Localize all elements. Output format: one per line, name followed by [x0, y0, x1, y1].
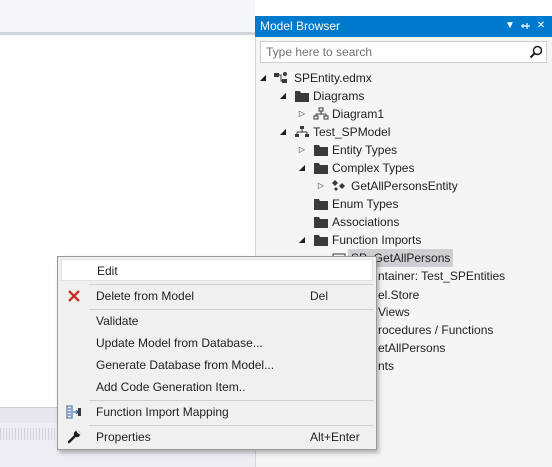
menu-item-properties[interactable]: Properties Alt+Enter — [61, 426, 373, 448]
model-icon — [294, 125, 310, 139]
search-input[interactable] — [261, 42, 526, 62]
menu-item-function-import-mapping[interactable]: Function Import Mapping — [61, 401, 373, 423]
menu-item-add-code-generation[interactable]: Add Code Generation Item.. — [61, 376, 373, 398]
menu-item-delete[interactable]: Delete from Model Del — [61, 285, 373, 307]
tree-label: el.Store — [378, 288, 420, 302]
tree-label: Entity Types — [332, 143, 398, 157]
tree-label: Diagram1 — [332, 107, 385, 121]
menu-item-update-model[interactable]: Update Model from Database... — [61, 332, 373, 354]
folder-icon — [313, 197, 329, 211]
function-import-mapping-icon — [66, 404, 82, 420]
expanded-arrow-icon[interactable]: ◢ — [258, 69, 268, 87]
dropdown-icon[interactable]: ▼ — [503, 18, 517, 34]
collapsed-arrow-icon[interactable]: ▷ — [316, 177, 326, 195]
tree-label: Views — [378, 305, 410, 319]
menu-item-label: Edit — [97, 264, 118, 278]
model-browser-title-bar: Model Browser ▼ ✕ — [255, 16, 552, 37]
menu-item-label: Validate — [96, 314, 139, 328]
diagram-icon — [313, 107, 329, 121]
collapsed-arrow-icon[interactable]: ▷ — [297, 141, 307, 159]
tree-label: Associations — [332, 215, 400, 229]
tree-label: rocedures / Functions — [378, 323, 494, 337]
tree-label: nts — [378, 359, 395, 373]
folder-icon — [313, 215, 329, 229]
folder-icon — [313, 233, 329, 247]
panel-title: Model Browser — [260, 19, 341, 33]
tree-label: etAllPersons — [378, 341, 446, 355]
tree-label: Enum Types — [332, 197, 399, 211]
tree-label: Complex Types — [332, 161, 415, 175]
expanded-arrow-icon[interactable]: ◢ — [278, 87, 288, 105]
folder-icon — [313, 143, 329, 157]
pin-icon[interactable] — [518, 18, 532, 34]
tree-label: GetAllPersonsEntity — [351, 179, 458, 193]
edmx-file-icon — [273, 71, 289, 85]
menu-item-generate-database[interactable]: Generate Database from Model... — [61, 354, 373, 376]
red-x-icon — [66, 288, 82, 304]
collapsed-arrow-icon[interactable]: ▷ — [297, 105, 307, 123]
menu-item-validate[interactable]: Validate — [61, 310, 373, 332]
menu-item-label: Properties — [96, 430, 151, 444]
tree-label: Diagrams — [313, 89, 365, 103]
menu-item-edit[interactable]: Edit — [61, 259, 373, 281]
folder-icon — [294, 89, 310, 103]
context-menu: Edit Delete from Model Del Validate Upda… — [57, 256, 377, 450]
menu-item-label: Add Code Generation Item.. — [96, 380, 246, 394]
editor-tab-area — [0, 0, 255, 33]
complex-type-icon — [331, 179, 347, 193]
tree-label: Function Imports — [332, 233, 422, 247]
search-box[interactable] — [260, 41, 547, 63]
menu-item-label: Delete from Model — [96, 289, 195, 303]
wrench-icon — [66, 429, 82, 445]
menu-item-shortcut: Del — [310, 289, 329, 303]
tree-label: SPEntity.edmx — [294, 71, 372, 85]
close-icon[interactable]: ✕ — [534, 18, 548, 34]
menu-item-label: Function Import Mapping — [96, 405, 229, 419]
expanded-arrow-icon[interactable]: ◢ — [297, 159, 307, 177]
tree-label: ntainer: Test_SPEntities — [378, 269, 506, 283]
expanded-arrow-icon[interactable]: ◢ — [278, 123, 288, 141]
expanded-arrow-icon[interactable]: ◢ — [297, 231, 307, 249]
search-icon[interactable] — [528, 44, 544, 60]
menu-item-label: Generate Database from Model... — [96, 358, 275, 372]
menu-item-label: Update Model from Database... — [96, 336, 263, 350]
tree-label: Test_SPModel — [313, 125, 391, 139]
menu-item-shortcut: Alt+Enter — [310, 430, 360, 444]
folder-icon — [313, 161, 329, 175]
